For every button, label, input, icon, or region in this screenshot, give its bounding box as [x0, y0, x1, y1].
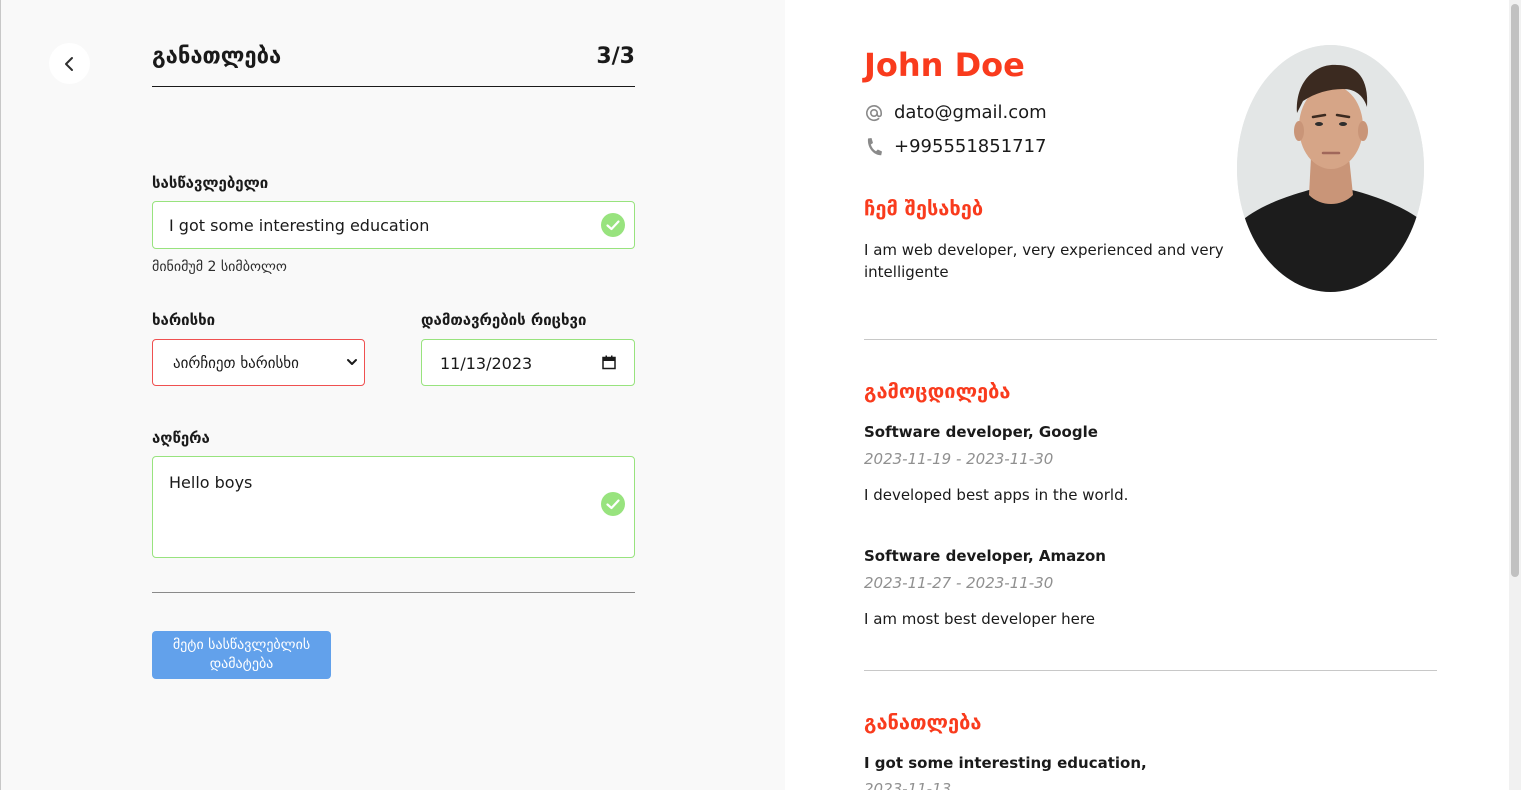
form-panel: განათლება 3/3 სასწავლებელი I got some in…: [0, 0, 785, 790]
page-title: განათლება: [152, 44, 282, 69]
resume-email: dato@gmail.com: [894, 102, 1047, 123]
page-header: განათლება 3/3: [152, 40, 635, 87]
experience-dates: 2023-11-27 - 2023-11-30: [864, 574, 1054, 592]
chevron-down-icon: [347, 359, 357, 365]
degree-select-value: აირჩიეთ ხარისხი: [173, 354, 299, 372]
due-date-input[interactable]: 11/13/2023: [421, 339, 635, 386]
school-hint: მინიმუმ 2 სიმბოლო: [152, 259, 287, 275]
phone-icon: [864, 137, 884, 157]
school-input[interactable]: I got some interesting education: [152, 201, 635, 249]
calendar-icon[interactable]: [602, 355, 616, 370]
school-input-value: I got some interesting education: [169, 216, 430, 235]
experience-position: Software developer, Google: [864, 423, 1098, 441]
experience-dates: 2023-11-19 - 2023-11-30: [864, 450, 1054, 468]
education-school: I got some interesting education,: [864, 754, 1147, 772]
add-school-button[interactable]: მეტი სასწავლებლის დამატება: [152, 631, 331, 679]
resume-divider: [864, 670, 1437, 671]
experience-position: Software developer, Amazon: [864, 547, 1106, 565]
degree-label: ხარისხი: [152, 311, 216, 329]
profile-photo: [1237, 45, 1424, 292]
scrollbar-thumb[interactable]: [1511, 4, 1519, 577]
at-icon: [864, 103, 884, 123]
education-heading: განათლება: [864, 710, 982, 734]
resume-divider: [864, 339, 1437, 340]
about-text: I am web developer, very experienced and…: [864, 241, 1224, 281]
experience-description: I am most best developer here: [864, 610, 1095, 628]
resume-phone: +995551851717: [894, 136, 1047, 157]
experience-description: I developed best apps in the world.: [864, 486, 1129, 504]
back-button[interactable]: [49, 43, 90, 84]
education-date: 2023-11-13: [864, 780, 952, 790]
chevron-left-icon: [64, 56, 73, 71]
school-label: სასწავლებელი: [152, 174, 269, 192]
form-divider: [152, 592, 635, 593]
resume-phone-row: +995551851717: [864, 136, 1047, 157]
due-date-label: დამთავრების რიცხვი: [421, 311, 587, 329]
description-value: Hello boys: [169, 473, 253, 492]
due-date-value: 11/13/2023: [440, 354, 533, 373]
check-circle-icon: [601, 213, 625, 237]
description-textarea[interactable]: Hello boys: [152, 456, 635, 558]
degree-select[interactable]: აირჩიეთ ხარისხი: [152, 339, 365, 386]
resume-name: John Doe: [864, 46, 1025, 84]
experience-heading: გამოცდილება: [864, 379, 1011, 403]
description-label: აღწერა: [152, 429, 210, 447]
check-circle-icon: [601, 492, 625, 516]
step-indicator: 3/3: [596, 44, 635, 69]
resume-email-row: dato@gmail.com: [864, 102, 1047, 123]
about-heading: ჩემ შესახებ: [864, 196, 984, 220]
